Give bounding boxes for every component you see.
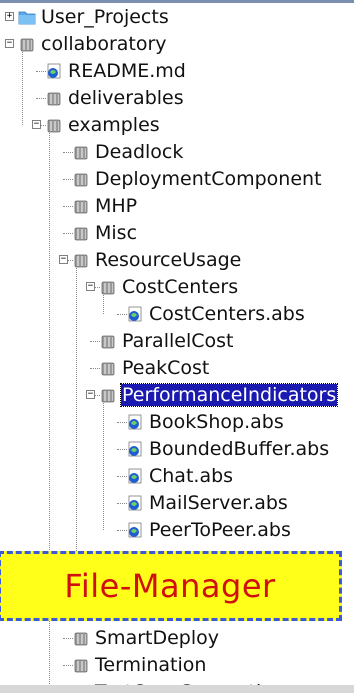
tree-item-label: CostCenters.abs bbox=[149, 303, 305, 325]
tree-row[interactable]: PeerToPeer.abs bbox=[0, 518, 354, 545]
database-icon bbox=[99, 386, 117, 404]
tree-item-label: examples bbox=[68, 114, 160, 136]
file-icon bbox=[126, 440, 144, 458]
file-icon bbox=[126, 413, 144, 431]
folder-icon bbox=[18, 8, 36, 26]
tree-row[interactable]: Termination bbox=[0, 653, 354, 680]
collapse-toggle[interactable]: − bbox=[5, 39, 14, 48]
tree-row[interactable]: Chat.abs bbox=[0, 464, 354, 491]
tree-item-label: collaboratory bbox=[41, 33, 167, 55]
tree-item-label: Termination bbox=[95, 654, 207, 676]
tree-item-label: PerformanceIndicators bbox=[119, 383, 339, 407]
tree-row[interactable]: BoundedBuffer.abs bbox=[0, 437, 354, 464]
tree-row[interactable]: MHP bbox=[0, 194, 354, 221]
database-icon bbox=[72, 143, 90, 161]
database-icon bbox=[45, 116, 63, 134]
tree-row[interactable]: − collaboratory bbox=[0, 32, 354, 59]
tree-item-label: Chat.abs bbox=[149, 465, 234, 487]
file-icon bbox=[126, 494, 144, 512]
database-icon bbox=[72, 629, 90, 647]
database-icon bbox=[45, 89, 63, 107]
file-manager-banner: File-Manager bbox=[0, 551, 342, 621]
tree-item-label: SmartDeploy bbox=[95, 627, 220, 649]
tree-item-label: MHP bbox=[95, 195, 138, 217]
tree-item-label: User_Projects bbox=[41, 6, 169, 28]
tree-row[interactable]: README.md bbox=[0, 59, 354, 86]
tree-item-label: PeerToPeer.abs bbox=[149, 519, 291, 541]
collapse-toggle[interactable]: − bbox=[86, 390, 95, 399]
tree-item-label: ResourceUsage bbox=[95, 249, 242, 271]
tree-row[interactable]: CostCenters.abs bbox=[0, 302, 354, 329]
tree-row[interactable]: DeploymentComponent bbox=[0, 167, 354, 194]
top-border bbox=[0, 0, 354, 3]
tree-item-label: Deadlock bbox=[95, 141, 184, 163]
tree-row[interactable]: ParallelCost bbox=[0, 329, 354, 356]
tree-item-label: deliverables bbox=[68, 87, 184, 109]
database-icon bbox=[99, 332, 117, 350]
file-icon bbox=[126, 521, 144, 539]
database-icon bbox=[72, 170, 90, 188]
database-icon bbox=[18, 35, 36, 53]
tree-item-label: DeploymentComponent bbox=[95, 168, 322, 190]
file-icon bbox=[126, 467, 144, 485]
collapse-toggle[interactable]: − bbox=[32, 120, 41, 129]
database-icon bbox=[72, 224, 90, 242]
file-icon bbox=[126, 305, 144, 323]
collapse-toggle[interactable]: − bbox=[59, 255, 68, 264]
banner-title: File-Manager bbox=[64, 567, 276, 605]
tree-row[interactable]: Deadlock bbox=[0, 140, 354, 167]
file-icon bbox=[45, 62, 63, 80]
tree-item-label: CostCenters bbox=[122, 276, 239, 298]
tree-row[interactable]: − PerformanceIndicators bbox=[0, 383, 354, 410]
tree-item-label: MailServer.abs bbox=[149, 492, 288, 514]
tree-row[interactable]: Misc bbox=[0, 221, 354, 248]
tree-row[interactable]: SmartDeploy bbox=[0, 626, 354, 653]
collapse-toggle[interactable]: − bbox=[86, 282, 95, 291]
tree-row[interactable]: − CostCenters bbox=[0, 275, 354, 302]
tree-row[interactable]: − ResourceUsage bbox=[0, 248, 354, 275]
tree-item-label: ParallelCost bbox=[122, 330, 234, 352]
tree-row[interactable]: deliverables bbox=[0, 86, 354, 113]
tree-item-label: README.md bbox=[68, 60, 186, 82]
tree-row[interactable]: BookShop.abs bbox=[0, 410, 354, 437]
database-icon bbox=[72, 656, 90, 674]
database-icon bbox=[99, 278, 117, 296]
horizontal-scrollbar[interactable] bbox=[0, 685, 354, 693]
tree-row[interactable]: MailServer.abs bbox=[0, 491, 354, 518]
database-icon bbox=[72, 197, 90, 215]
tree-item-label: BookShop.abs bbox=[149, 411, 284, 433]
tree-row[interactable]: + User_Projects bbox=[0, 5, 354, 32]
tree-item-label: PeakCost bbox=[122, 357, 210, 379]
expand-toggle[interactable]: + bbox=[5, 12, 14, 21]
tree-row[interactable]: PeakCost bbox=[0, 356, 354, 383]
database-icon bbox=[99, 359, 117, 377]
database-icon bbox=[72, 251, 90, 269]
tree-row[interactable]: − examples bbox=[0, 113, 354, 140]
tree-item-label: BoundedBuffer.abs bbox=[149, 438, 330, 460]
tree-item-label: Misc bbox=[95, 222, 138, 244]
